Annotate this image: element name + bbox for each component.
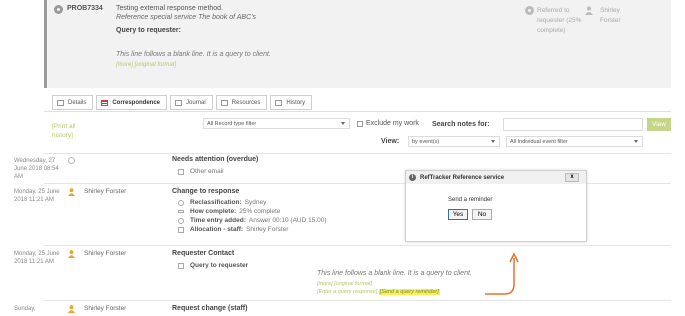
annotation-arrow [485,252,519,295]
